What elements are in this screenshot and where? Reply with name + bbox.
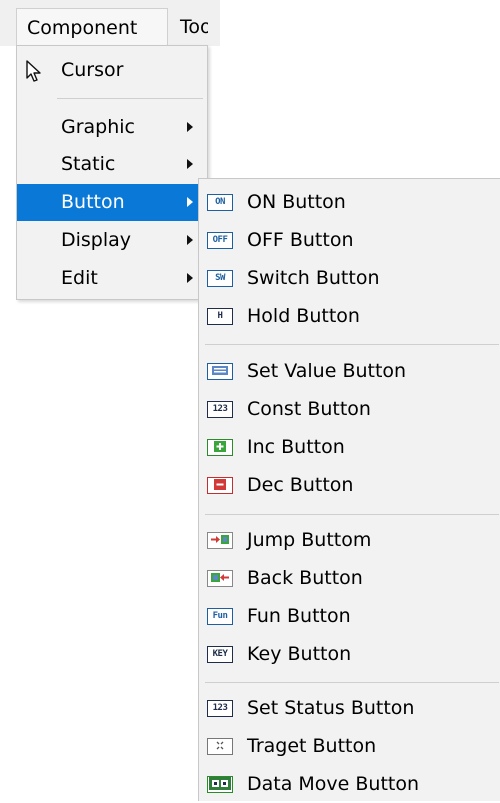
chevron-right-icon: [187, 273, 193, 283]
set-status-icon: 123: [207, 700, 233, 717]
menu-item-jump-button[interactable]: Jump Buttom: [199, 521, 499, 559]
chevron-right-icon: [187, 159, 193, 169]
menu-separator: [205, 514, 499, 515]
component-menu: Cursor Graphic Static Button Display Edi…: [16, 45, 208, 300]
menu-item-label: Key Button: [247, 643, 352, 665]
menu-item-label: Display: [61, 229, 132, 251]
chevron-right-icon: [187, 235, 193, 245]
menu-item-display[interactable]: Display: [17, 222, 207, 259]
menu-item-label: Switch Button: [247, 267, 380, 289]
menu-item-edit[interactable]: Edit: [17, 260, 207, 297]
menu-item-fun-button[interactable]: Fun Fun Button: [199, 597, 499, 635]
menu-item-key-button[interactable]: KEY Key Button: [199, 635, 499, 673]
on-button-icon: ON: [207, 194, 233, 211]
menu-separator: [57, 98, 203, 99]
menu-item-label: Graphic: [61, 116, 136, 138]
menu-item-label: Edit: [61, 267, 98, 289]
inc-icon: [207, 439, 233, 456]
menu-item-graphic[interactable]: Graphic: [17, 109, 207, 146]
off-button-icon: OFF: [207, 232, 233, 249]
menu-item-label: Back Button: [247, 567, 363, 589]
back-icon: [207, 570, 233, 587]
menu-tools[interactable]: Tools: [168, 8, 208, 46]
menu-item-on-button[interactable]: ON ON Button: [199, 183, 499, 221]
menu-item-set-value-button[interactable]: Set Value Button: [199, 352, 499, 390]
menu-bar: Component Tools: [0, 0, 220, 46]
menu-item-label: ON Button: [247, 191, 346, 213]
key-icon: KEY: [207, 646, 233, 663]
menu-item-inc-button[interactable]: Inc Button: [199, 428, 499, 466]
menu-item-label: Set Status Button: [247, 697, 415, 719]
menu-item-dec-button[interactable]: Dec Button: [199, 466, 499, 504]
menu-item-const-button[interactable]: 123 Const Button: [199, 390, 499, 428]
menu-component[interactable]: Component: [16, 8, 168, 46]
menu-separator: [205, 682, 499, 683]
menu-item-label: Button: [61, 191, 125, 213]
menu-item-label: Const Button: [247, 398, 371, 420]
cursor-icon: [25, 59, 43, 96]
menu-separator: [205, 344, 499, 345]
menu-item-label: OFF Button: [247, 229, 354, 251]
menu-item-label: Fun Button: [247, 605, 351, 627]
switch-button-icon: SW: [207, 270, 233, 287]
menu-item-button[interactable]: Button: [17, 184, 207, 221]
menu-item-static[interactable]: Static: [17, 146, 207, 183]
chevron-right-icon: [187, 197, 193, 207]
menu-item-label: Data Move Button: [247, 773, 420, 795]
button-submenu: ON ON Button OFF OFF Button SW Switch Bu…: [198, 178, 500, 801]
const-icon: 123: [207, 401, 233, 418]
cursor-label: Cursor: [61, 59, 124, 81]
menu-item-cursor[interactable]: Cursor: [17, 52, 207, 89]
menu-item-label: Inc Button: [247, 436, 345, 458]
set-value-icon: [207, 363, 233, 380]
menu-item-label: Dec Button: [247, 474, 354, 496]
dec-icon: [207, 477, 233, 494]
menu-item-label: Traget Button: [247, 735, 377, 757]
data-move-icon: [207, 776, 233, 793]
menu-item-switch-button[interactable]: SW Switch Button: [199, 259, 499, 297]
menu-item-off-button[interactable]: OFF OFF Button: [199, 221, 499, 259]
menu-item-label: Jump Buttom: [247, 529, 372, 551]
menu-item-hold-button[interactable]: H Hold Button: [199, 297, 499, 335]
hold-button-icon: H: [207, 308, 233, 325]
target-icon: [207, 738, 233, 755]
menu-item-set-status-button[interactable]: 123 Set Status Button: [199, 689, 499, 727]
menu-item-label: Set Value Button: [247, 360, 407, 382]
menu-item-label: Static: [61, 153, 116, 175]
menu-item-target-button[interactable]: Traget Button: [199, 727, 499, 765]
menu-item-back-button[interactable]: Back Button: [199, 559, 499, 597]
fun-icon: Fun: [207, 608, 233, 625]
menu-item-data-move-button[interactable]: Data Move Button: [199, 765, 499, 803]
jump-icon: [207, 532, 233, 549]
chevron-right-icon: [187, 122, 193, 132]
menu-item-label: Hold Button: [247, 305, 360, 327]
